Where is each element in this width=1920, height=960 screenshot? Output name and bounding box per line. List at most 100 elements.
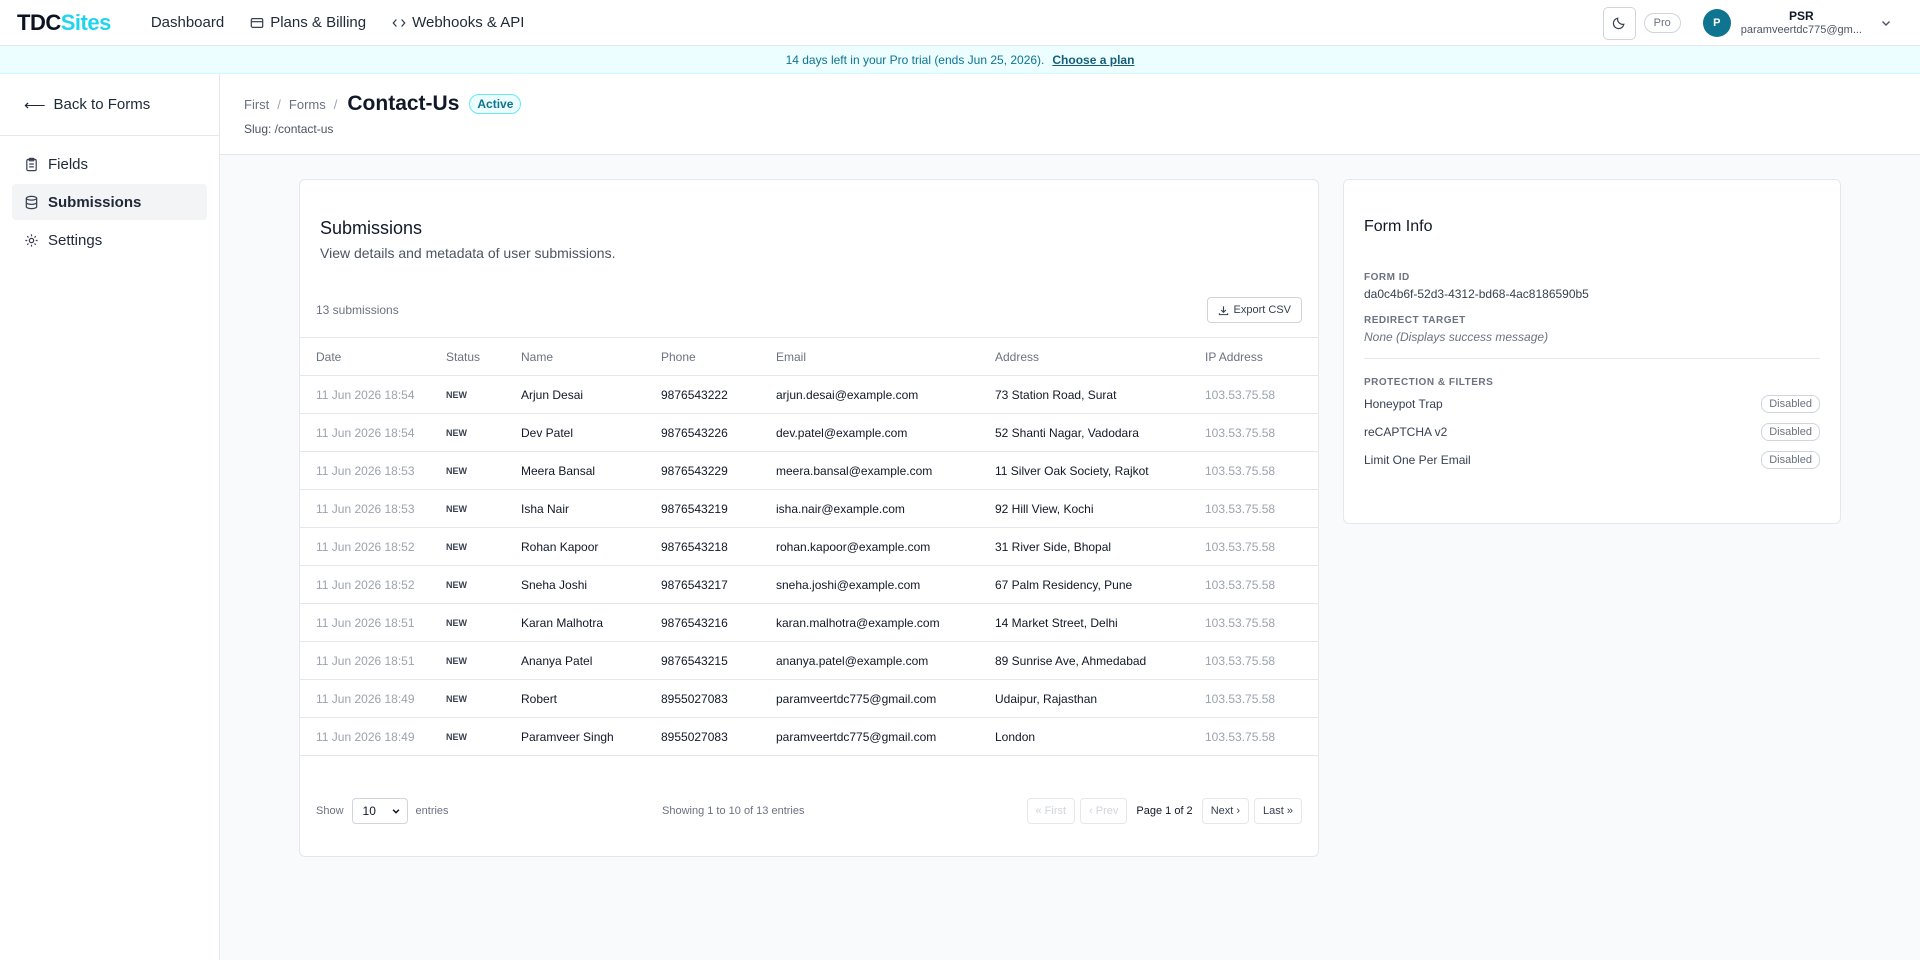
submissions-title: Submissions [320,218,423,238]
entries-label: entries [415,805,449,817]
form-id-value: da0c4b6f-52d3-4312-bd68-4ac8186590b5 [1364,287,1589,301]
cell-address: 92 Hill View, Kochi [995,489,1205,528]
top-nav: TDCSites Dashboard Plans & Billing Webho… [0,0,1920,46]
back-to-forms-label: Back to Forms [53,96,151,113]
cell-ip: 103.53.75.58 [1205,413,1318,452]
table-row[interactable]: 11 Jun 2026 18:52 NEW Sneha Joshi 987654321… [300,565,1318,604]
cell-name: Karan Malhotra [521,603,661,642]
redirect-target-label: REDIRECT TARGET [1364,315,1466,326]
redirect-target-value: None (Displays success message) [1364,330,1549,344]
cell-phone: 9876543216 [661,603,776,642]
cell-name: Sneha Joshi [521,565,661,604]
table-header-row: Date Status Name Phone Email Address IP Addres… [300,337,1318,376]
choose-plan-link[interactable]: Choose a plan [1052,53,1134,67]
cell-name: Rohan Kapoor [521,527,661,566]
cell-address: 31 River Side, Bhopal [995,527,1205,566]
avatar: P [1702,9,1731,37]
theme-toggle-button[interactable] [1602,6,1636,40]
cell-ip: 103.53.75.58 [1205,717,1318,756]
cell-phone: 9876543219 [661,489,776,528]
table-row[interactable]: 11 Jun 2026 18:49 NEW Paramveer Singh 89550… [300,717,1318,756]
logo-text-accent: Sites [60,9,112,35]
cell-email: sneha.joshi@example.com [776,565,995,604]
user-name: PSR [1789,9,1814,23]
form-info-card: Form Info FORM ID da0c4b6f-52d3-4312-bd6… [1343,179,1841,524]
logo[interactable]: TDCSites [17,10,111,36]
column-header-phone: Phone [661,337,776,376]
cell-email: rohan.kapoor@example.com [776,527,995,566]
nav-webhooks-api-label: Webhooks & API [412,14,525,31]
cell-status: NEW [446,717,521,756]
sidebar-item-fields[interactable]: Fields [12,146,207,182]
protection-filters-label: PROTECTION & FILTERS [1364,377,1494,388]
cell-phone: 9876543226 [661,413,776,452]
table-row[interactable]: 11 Jun 2026 18:53 NEW Meera Bansal 98765432… [300,451,1318,490]
show-label: Show [316,805,344,817]
column-header-address: Address [995,337,1205,376]
status-badge: Active [469,94,522,114]
first-page-button[interactable]: « First [1026,798,1076,824]
cell-ip: 103.53.75.58 [1205,679,1318,718]
export-csv-button[interactable]: Export CSV [1206,297,1302,323]
column-header-ip: IP Address [1205,337,1318,376]
nav-dashboard[interactable]: Dashboard [151,14,224,31]
divider [1364,358,1820,359]
cell-phone: 9876543218 [661,527,776,566]
breadcrumb-first[interactable]: First [244,97,269,112]
last-page-button[interactable]: Last » [1254,798,1302,824]
filter-name: Limit One Per Email [1364,453,1471,467]
table-row[interactable]: 11 Jun 2026 18:51 NEW Karan Malhotra 987654… [300,603,1318,642]
form-id-label: FORM ID [1364,272,1410,283]
filter-status-badge: Disabled [1761,395,1820,413]
page-size-select[interactable]: 10 [351,798,408,824]
credit-card-icon [250,17,264,28]
column-header-status: Status [446,337,521,376]
next-page-button[interactable]: Next › [1201,798,1250,824]
sidebar-item-label: Fields [48,155,89,173]
user-email: paramveertdc775@gm... [1740,24,1862,36]
cell-address: 89 Sunrise Ave, Ahmedabad [995,641,1205,680]
back-to-forms-link[interactable]: ⟵ Back to Forms [0,74,219,136]
cell-email: paramveertdc775@gmail.com [776,679,995,718]
breadcrumb-separator: / [277,96,281,112]
cell-status: NEW [446,413,521,452]
filter-name: Honeypot Trap [1364,397,1443,411]
table-row[interactable]: 11 Jun 2026 18:54 NEW Dev Patel 9876543226 d… [300,413,1318,452]
table-row[interactable]: 11 Jun 2026 18:53 NEW Isha Nair 9876543219 i… [300,489,1318,528]
breadcrumb-forms[interactable]: Forms [289,97,326,112]
table-row[interactable]: 11 Jun 2026 18:49 NEW Robert 8955027083 para… [300,679,1318,718]
user-menu[interactable]: P PSR paramveertdc775@gm... [1693,6,1900,40]
cell-email: dev.patel@example.com [776,413,995,452]
table-row[interactable]: 11 Jun 2026 18:52 NEW Rohan Kapoor 98765432… [300,527,1318,566]
sidebar-item-submissions[interactable]: Submissions [12,184,207,220]
cell-email: arjun.desai@example.com [776,375,995,414]
column-header-email: Email [776,337,995,376]
cell-status: NEW [446,451,521,490]
cell-status: NEW [446,679,521,718]
submission-count: 13 submissions [316,303,399,317]
sidebar-item-settings[interactable]: Settings [12,222,207,258]
filter-status-badge: Disabled [1761,451,1820,469]
submissions-card: Submissions View details and metadata of… [299,179,1319,857]
gear-icon [25,233,38,247]
cell-date: 11 Jun 2026 18:53 [300,489,446,528]
cell-phone: 8955027083 [661,679,776,718]
cell-phone: 9876543217 [661,565,776,604]
table-row[interactable]: 11 Jun 2026 18:54 NEW Arjun Desai 987654322… [300,375,1318,414]
showing-entries-text: Showing 1 to 10 of 13 entries [662,805,805,817]
cell-status: NEW [446,489,521,528]
filters-list: Honeypot Trap Disabled reCAPTCHA v2 Disable… [1364,390,1820,474]
chevron-down-icon [392,809,399,814]
trial-banner: 14 days left in your Pro trial (ends Jun… [0,46,1920,74]
filter-name: reCAPTCHA v2 [1364,425,1448,439]
cell-address: 14 Market Street, Delhi [995,603,1205,642]
filter-row: Limit One Per Email Disabled [1364,446,1820,474]
cell-phone: 9876543215 [661,641,776,680]
clipboard-icon [26,157,37,171]
cell-address: 52 Shanti Nagar, Vadodara [995,413,1205,452]
prev-page-button[interactable]: ‹ Prev [1080,798,1128,824]
nav-plans-billing[interactable]: Plans & Billing [250,14,366,31]
cell-address: 67 Palm Residency, Pune [995,565,1205,604]
nav-webhooks-api[interactable]: Webhooks & API [392,14,524,31]
table-row[interactable]: 11 Jun 2026 18:51 NEW Ananya Patel 98765432… [300,641,1318,680]
